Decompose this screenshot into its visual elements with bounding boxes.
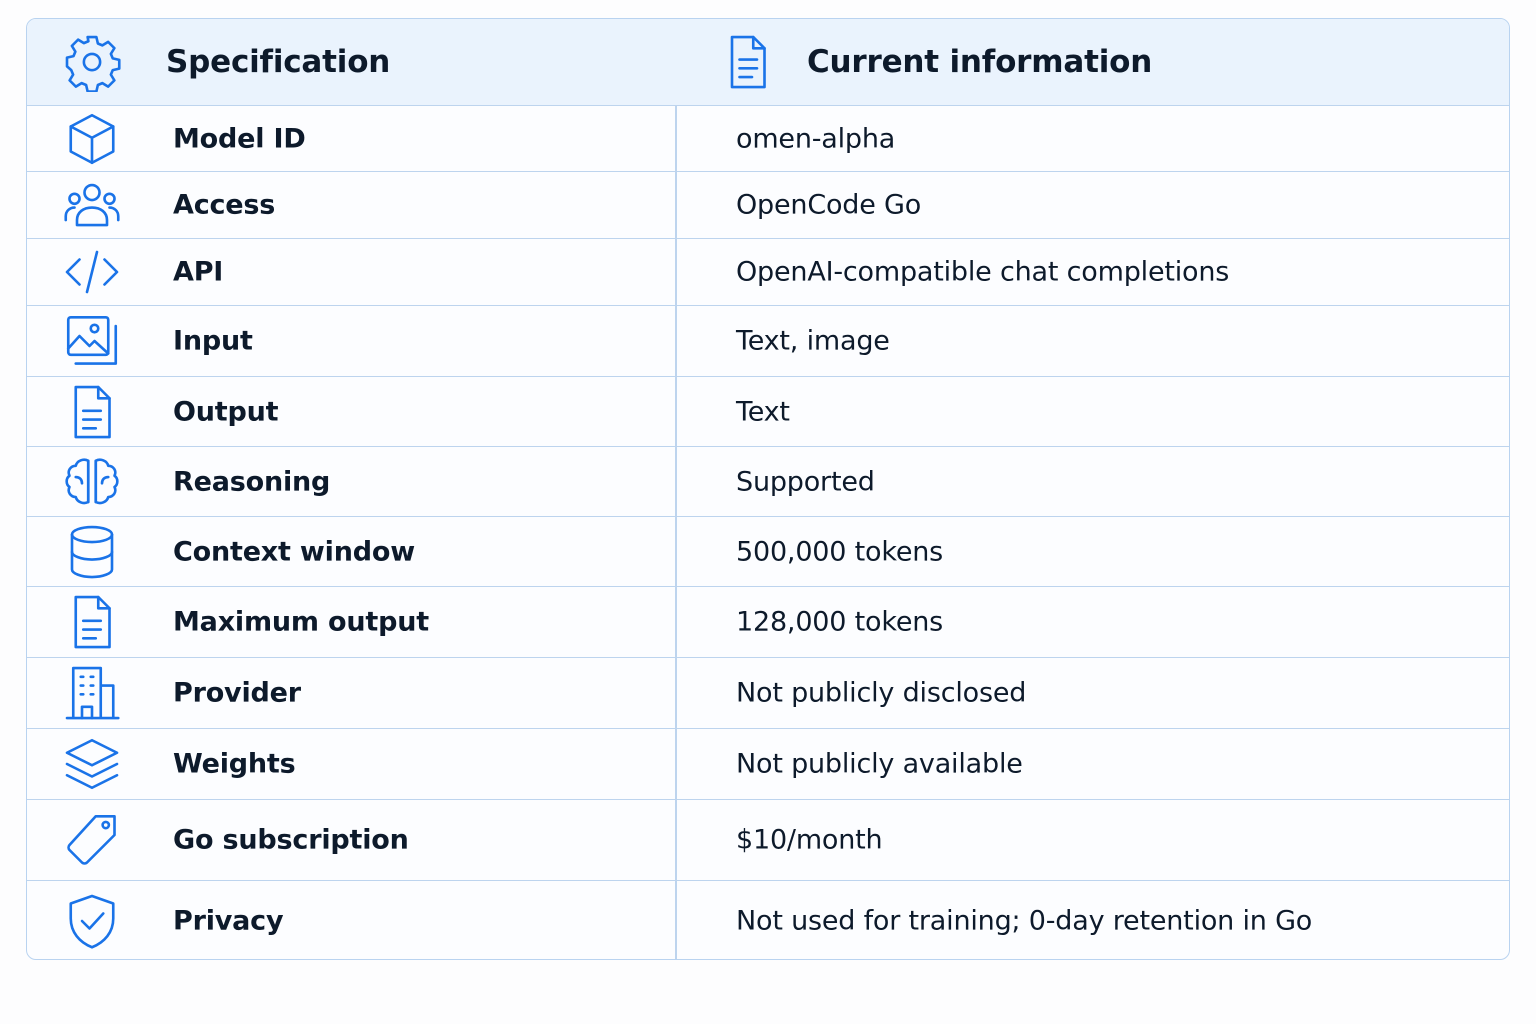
header-specification: Specification xyxy=(166,44,391,80)
row-value: Not used for training; 0-day retention i… xyxy=(736,905,1313,937)
row-label: Weights xyxy=(173,748,296,780)
document-icon xyxy=(62,382,122,442)
row-label: Provider xyxy=(173,677,301,709)
row-label: Context window xyxy=(173,536,415,567)
table-row: Provider Not publicly disclosed xyxy=(27,658,1509,729)
row-label: API xyxy=(173,256,224,288)
building-icon xyxy=(62,663,122,723)
row-value: OpenAI-compatible chat completions xyxy=(736,256,1230,288)
row-label: Maximum output xyxy=(173,606,429,638)
tag-icon xyxy=(62,810,122,870)
row-value: 128,000 tokens xyxy=(736,606,944,638)
row-value: $10/month xyxy=(736,824,883,856)
table-row: Context window 500,000 tokens xyxy=(27,517,1509,587)
row-value: Not publicly available xyxy=(736,748,1023,780)
table-row: Access OpenCode Go xyxy=(27,172,1509,239)
row-value: Supported xyxy=(736,466,875,497)
row-label: Privacy xyxy=(173,905,284,937)
image-icon xyxy=(62,311,122,371)
row-label: Model ID xyxy=(173,123,306,154)
row-value: 500,000 tokens xyxy=(736,536,944,567)
table-row: Go subscription $10/month xyxy=(27,800,1509,881)
table-row: Maximum output 128,000 tokens xyxy=(27,587,1509,658)
table-header: Specification Current information xyxy=(27,19,1509,106)
table-row: Weights Not publicly available xyxy=(27,729,1509,800)
shield-check-icon xyxy=(62,891,122,951)
table-row: Reasoning Supported xyxy=(27,447,1509,517)
table-row: Output Text xyxy=(27,377,1509,447)
document-icon xyxy=(717,32,777,92)
spec-table: Specification Current information Model … xyxy=(26,18,1510,960)
users-icon xyxy=(62,175,122,235)
document-icon xyxy=(62,592,122,652)
table-row: Privacy Not used for training; 0-day ret… xyxy=(27,881,1509,959)
cube-icon xyxy=(62,109,122,169)
table-row: Input Text, image xyxy=(27,306,1509,377)
brain-icon xyxy=(62,452,122,512)
row-value: omen-alpha xyxy=(736,123,896,154)
database-icon xyxy=(62,522,122,582)
row-label: Output xyxy=(173,396,279,427)
gear-icon xyxy=(62,32,122,93)
row-label: Go subscription xyxy=(173,824,409,856)
row-value: Not publicly disclosed xyxy=(736,677,1027,709)
layers-icon xyxy=(62,734,122,794)
row-value: Text xyxy=(736,396,790,427)
code-icon xyxy=(62,242,122,302)
table-row: Model ID omen-alpha xyxy=(27,106,1509,172)
row-label: Input xyxy=(173,325,253,357)
table-row: API OpenAI-compatible chat completions xyxy=(27,239,1509,306)
row-label: Access xyxy=(173,189,276,221)
row-value: Text, image xyxy=(736,325,890,357)
row-value: OpenCode Go xyxy=(736,189,922,221)
row-label: Reasoning xyxy=(173,466,331,497)
header-current-information: Current information xyxy=(807,44,1153,80)
